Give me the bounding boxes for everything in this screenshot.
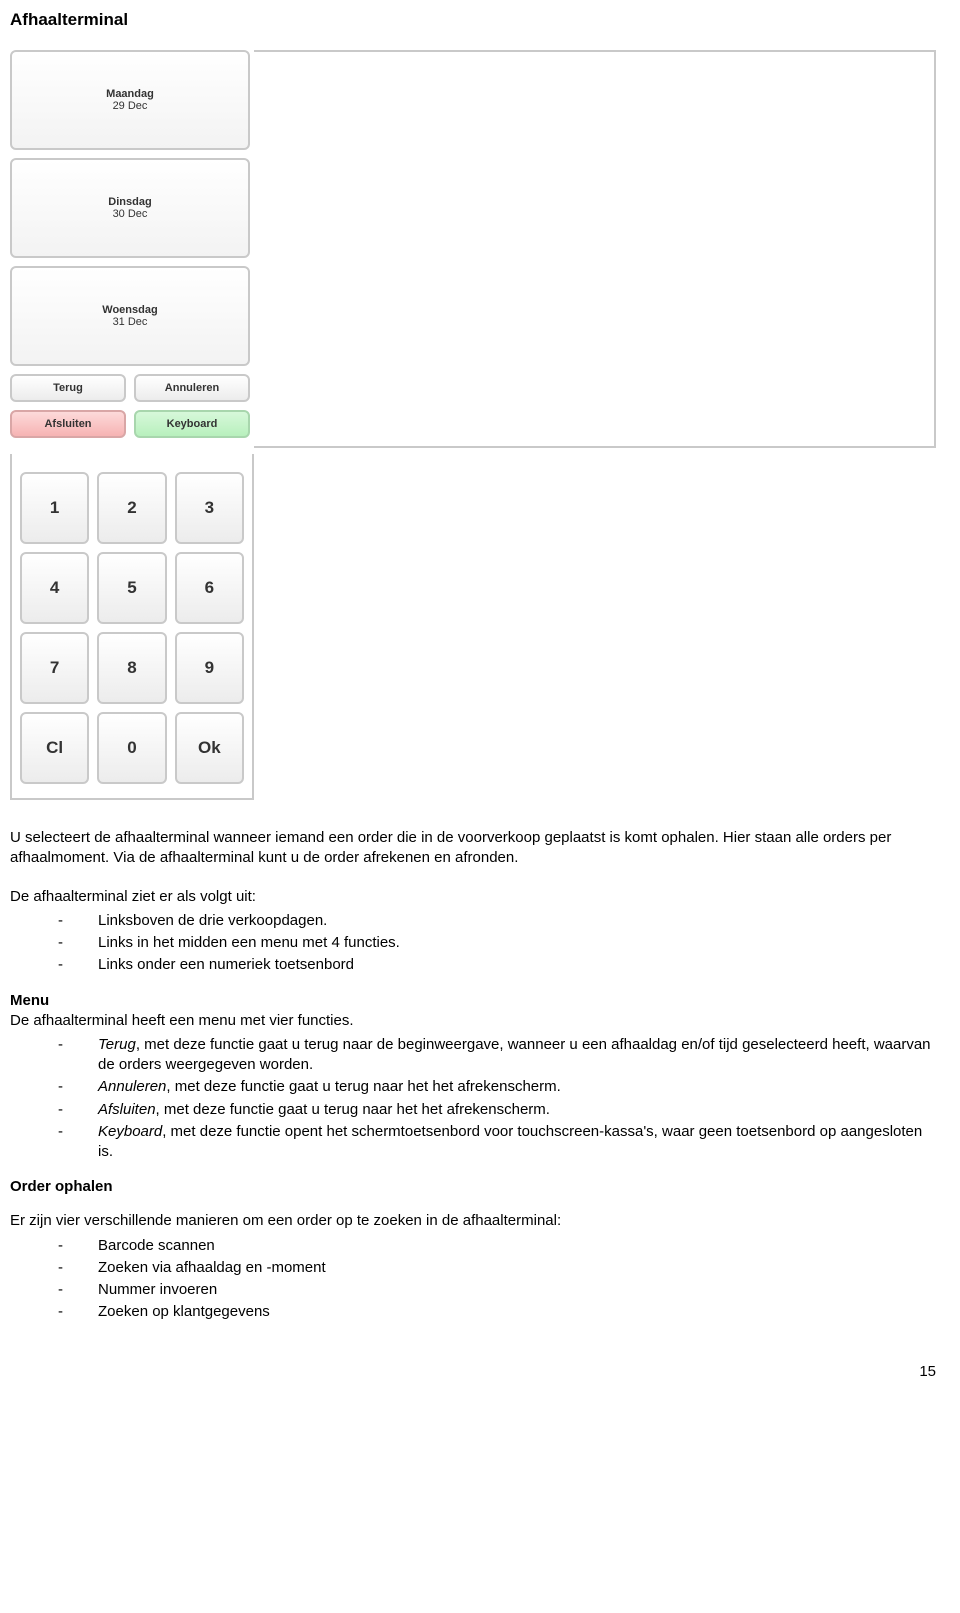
day-button-tue[interactable]: Dinsdag 30 Dec — [10, 158, 250, 258]
key-4[interactable]: 4 — [20, 552, 89, 624]
key-0[interactable]: 0 — [97, 712, 166, 784]
list-item: Zoeken op klantgegevens — [58, 1302, 936, 1322]
left-column: Maandag 29 Dec Dinsdag 30 Dec Woensdag 3… — [10, 50, 250, 448]
ziet-list: Linksboven de drie verkoopdagen. Links i… — [10, 911, 936, 976]
key-1[interactable]: 1 — [20, 472, 89, 544]
keyboard-button[interactable]: Keyboard — [134, 410, 250, 438]
terug-button[interactable]: Terug — [10, 374, 126, 402]
key-7[interactable]: 7 — [20, 632, 89, 704]
list-item: Annuleren, met deze functie gaat u terug… — [58, 1077, 936, 1097]
day-name: Woensdag — [12, 304, 248, 316]
menu-term: Annuleren — [98, 1078, 166, 1095]
menu-list: Terug, met deze functie gaat u terug naa… — [10, 1035, 936, 1163]
day-name: Dinsdag — [12, 196, 248, 208]
key-clear[interactable]: Cl — [20, 712, 89, 784]
list-item: Linksboven de drie verkoopdagen. — [58, 911, 936, 931]
menu-intro: De afhaalterminal heeft een menu met vie… — [10, 1011, 936, 1031]
key-3[interactable]: 3 — [175, 472, 244, 544]
day-date: 31 Dec — [12, 316, 248, 328]
page-title: Afhaalterminal — [10, 10, 936, 30]
day-button-mon[interactable]: Maandag 29 Dec — [10, 50, 250, 150]
list-item: Afsluiten, met deze functie gaat u terug… — [58, 1100, 936, 1120]
menu-term: Keyboard — [98, 1123, 162, 1140]
key-8[interactable]: 8 — [97, 632, 166, 704]
menu-rest: , met deze functie gaat u terug naar het… — [166, 1078, 560, 1095]
key-ok[interactable]: Ok — [175, 712, 244, 784]
key-2[interactable]: 2 — [97, 472, 166, 544]
day-date: 29 Dec — [12, 100, 248, 112]
list-item: Barcode scannen — [58, 1236, 936, 1256]
key-5[interactable]: 5 — [97, 552, 166, 624]
day-date: 30 Dec — [12, 208, 248, 220]
menu-heading: Menu — [10, 992, 936, 1009]
menu-term: Terug — [98, 1036, 136, 1053]
body-content: U selecteert de afhaalterminal wanneer i… — [10, 828, 936, 1323]
list-item: Terug, met deze functie gaat u terug naa… — [58, 1035, 936, 1076]
list-item: Nummer invoeren — [58, 1280, 936, 1300]
afsluiten-button[interactable]: Afsluiten — [10, 410, 126, 438]
key-9[interactable]: 9 — [175, 632, 244, 704]
keypad-panel: 1 2 3 4 5 6 7 8 9 Cl 0 Ok — [10, 454, 254, 800]
order-list: Barcode scannen Zoeken via afhaaldag en … — [10, 1236, 936, 1323]
list-item: Keyboard, met deze functie opent het sch… — [58, 1122, 936, 1163]
list-item: Links onder een numeriek toetsenbord — [58, 955, 936, 975]
page-number: 15 — [10, 1363, 936, 1380]
intro-paragraph: U selecteert de afhaalterminal wanneer i… — [10, 828, 936, 869]
content-pane — [254, 50, 936, 448]
menu-rest: , met deze functie gaat u terug naar het… — [156, 1101, 550, 1118]
day-name: Maandag — [12, 88, 248, 100]
menu-rest: , met deze functie opent het schermtoets… — [98, 1123, 922, 1160]
annuleren-button[interactable]: Annuleren — [134, 374, 250, 402]
list-item: Zoeken via afhaaldag en -moment — [58, 1258, 936, 1278]
ziet-intro: De afhaalterminal ziet er als volgt uit: — [10, 887, 936, 907]
list-item: Links in het midden een menu met 4 funct… — [58, 933, 936, 953]
order-intro: Er zijn vier verschillende manieren om e… — [10, 1211, 936, 1231]
menu-rest: , met deze functie gaat u terug naar de … — [98, 1036, 931, 1073]
terminal-panel: Maandag 29 Dec Dinsdag 30 Dec Woensdag 3… — [10, 50, 936, 448]
keypad-grid: 1 2 3 4 5 6 7 8 9 Cl 0 Ok — [20, 472, 244, 784]
menu-term: Afsluiten — [98, 1101, 156, 1118]
key-6[interactable]: 6 — [175, 552, 244, 624]
order-heading: Order ophalen — [10, 1178, 936, 1195]
day-button-wed[interactable]: Woensdag 31 Dec — [10, 266, 250, 366]
